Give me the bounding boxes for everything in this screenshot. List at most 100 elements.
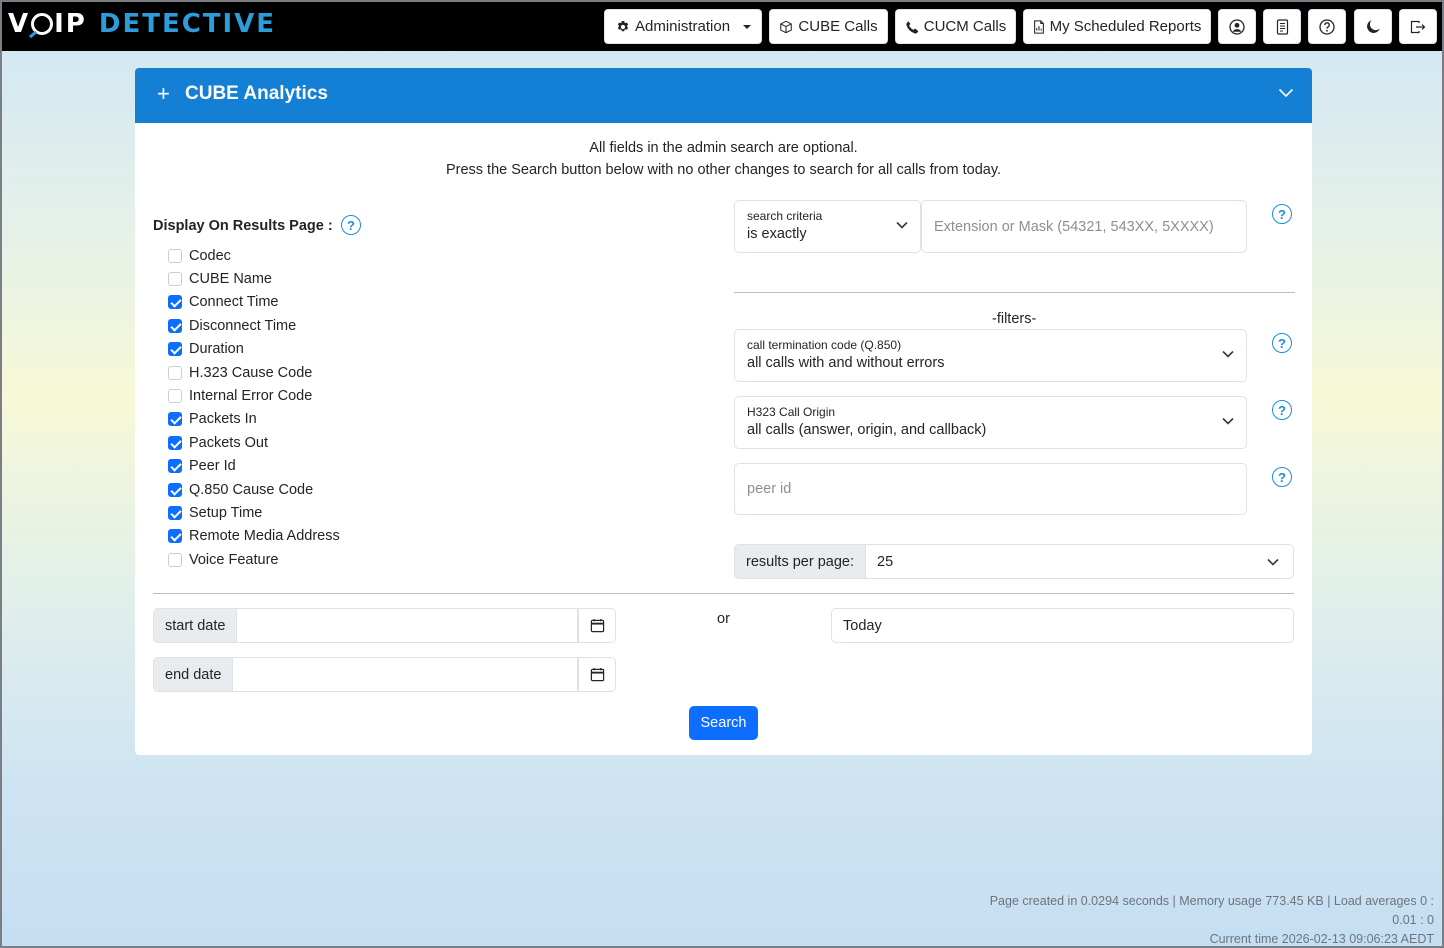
scheduled-reports-button[interactable]: My Scheduled Reports (1023, 9, 1211, 44)
results-per-page-value: 25 (877, 553, 894, 570)
help-button[interactable] (1308, 9, 1346, 44)
display-option-row[interactable]: CUBE Name (168, 267, 340, 290)
peer-id-input[interactable]: peer id (734, 463, 1247, 515)
card-title: CUBE Analytics (185, 83, 328, 104)
end-date-calendar-button[interactable] (578, 657, 616, 692)
intro-line-2: Press the Search button below with no ot… (445, 162, 1002, 178)
checkbox[interactable] (168, 389, 182, 404)
search-criteria-select[interactable]: search criteria is exactly (734, 200, 921, 253)
administration-label: Administration (635, 18, 731, 35)
display-option-row[interactable]: Connect Time (168, 291, 340, 314)
divider (153, 593, 1294, 594)
logo-text-ip: IP (54, 9, 87, 39)
dark-mode-button[interactable] (1354, 9, 1392, 44)
termination-code-value: all calls with and without errors (747, 355, 945, 371)
checkbox[interactable] (168, 482, 182, 497)
cube-analytics-header[interactable]: + CUBE Analytics (135, 68, 1312, 123)
date-range-value: Today (843, 617, 882, 634)
chevron-down-icon (1222, 417, 1234, 425)
display-option-row[interactable]: Packets In (168, 408, 340, 431)
notes-button[interactable] (1263, 9, 1301, 44)
checkbox[interactable] (168, 318, 182, 333)
display-option-row[interactable]: Voice Feature (168, 548, 340, 571)
display-option-label: Setup Time (189, 504, 263, 521)
date-range-select[interactable]: Today (831, 608, 1294, 643)
display-option-row[interactable]: Codec (168, 244, 340, 267)
search-criteria-label: search criteria (747, 209, 823, 223)
display-option-label: Duration (189, 341, 244, 358)
results-per-page-group: results per page: 25 (734, 544, 1294, 579)
checkbox[interactable] (168, 552, 182, 567)
start-date-input[interactable] (237, 608, 578, 643)
divider (734, 292, 1295, 293)
display-option-label: Q.850 Cause Code (189, 481, 314, 498)
checkbox[interactable] (168, 272, 182, 287)
logo-text-v: V (8, 9, 31, 39)
chevron-down-icon (1267, 558, 1279, 566)
display-option-row[interactable]: Packets Out (168, 431, 340, 454)
checkbox[interactable] (168, 248, 182, 263)
results-per-page-label: results per page: (734, 544, 867, 579)
display-options-label: Display On Results Page : (153, 218, 333, 234)
checkbox[interactable] (168, 365, 182, 380)
calendar-icon (590, 618, 604, 633)
search-criteria-value: is exactly (747, 226, 807, 242)
or-label: or (717, 611, 730, 627)
termination-help-icon[interactable]: ? (1272, 333, 1292, 353)
caret-down-icon[interactable] (733, 10, 761, 43)
user-profile-button[interactable] (1218, 9, 1256, 44)
display-option-row[interactable]: Internal Error Code (168, 384, 340, 407)
logo-text-detective: DETECTIVE (98, 9, 277, 39)
chevron-down-icon[interactable] (1278, 88, 1294, 98)
call-origin-help-icon[interactable]: ? (1272, 400, 1292, 420)
question-circle-icon (1319, 18, 1335, 35)
display-option-row[interactable]: Disconnect Time (168, 314, 340, 337)
display-option-label: CUBE Name (189, 271, 272, 288)
display-option-label: Packets Out (189, 434, 268, 451)
report-icon (1033, 19, 1044, 34)
call-origin-select[interactable]: H323 Call Origin all calls (answer, orig… (734, 396, 1247, 449)
cucm-calls-label: CUCM Calls (923, 18, 1007, 35)
display-option-row[interactable]: Duration (168, 338, 340, 361)
checkbox[interactable] (168, 295, 182, 310)
checkbox[interactable] (168, 435, 182, 450)
end-date-label: end date (153, 657, 234, 692)
results-per-page-select[interactable]: 25 (866, 544, 1294, 579)
display-option-row[interactable]: Setup Time (168, 501, 340, 524)
app-logo[interactable]: V IP DETECTIVE (8, 8, 276, 40)
display-option-row[interactable]: Peer Id (168, 455, 340, 478)
end-date-input[interactable] (233, 657, 578, 692)
gear-icon (617, 20, 629, 31)
display-option-row[interactable]: H.323 Cause Code (168, 361, 340, 384)
checkbox[interactable] (168, 412, 182, 427)
end-date-group: end date (153, 657, 616, 692)
logout-button[interactable] (1399, 9, 1437, 44)
display-option-label: Voice Feature (189, 551, 279, 568)
display-help-icon[interactable]: ? (341, 215, 361, 235)
cucm-calls-button[interactable]: CUCM Calls (895, 9, 1016, 44)
logo-o-icon (31, 13, 54, 35)
start-date-calendar-button[interactable] (578, 608, 616, 643)
call-origin-value: all calls (answer, origin, and callback) (747, 422, 987, 438)
display-option-row[interactable]: Remote Media Address (168, 525, 340, 548)
display-option-label: Codec (189, 247, 231, 264)
plus-icon: + (157, 81, 170, 106)
administration-dropdown-button[interactable]: Administration (604, 9, 762, 44)
checkbox[interactable] (168, 529, 182, 544)
moon-icon (1366, 20, 1380, 33)
display-option-label: Remote Media Address (189, 528, 340, 545)
display-option-row[interactable]: Q.850 Cause Code (168, 478, 340, 501)
display-option-label: Peer Id (189, 458, 236, 475)
checkbox[interactable] (168, 342, 182, 357)
peer-id-help-icon[interactable]: ? (1272, 467, 1292, 487)
termination-code-label: call termination code (Q.850) (747, 338, 902, 352)
journal-icon (1276, 18, 1288, 35)
display-option-label: Internal Error Code (189, 388, 313, 405)
extension-input[interactable]: Extension or Mask (54321, 543XX, 5XXXX) (921, 200, 1247, 253)
search-button[interactable]: Search (689, 706, 758, 740)
checkbox[interactable] (168, 505, 182, 520)
checkbox[interactable] (168, 459, 182, 474)
cube-calls-button[interactable]: CUBE Calls (769, 9, 888, 44)
termination-code-select[interactable]: call termination code (Q.850) all calls … (734, 329, 1247, 382)
extension-help-icon[interactable]: ? (1272, 204, 1292, 224)
